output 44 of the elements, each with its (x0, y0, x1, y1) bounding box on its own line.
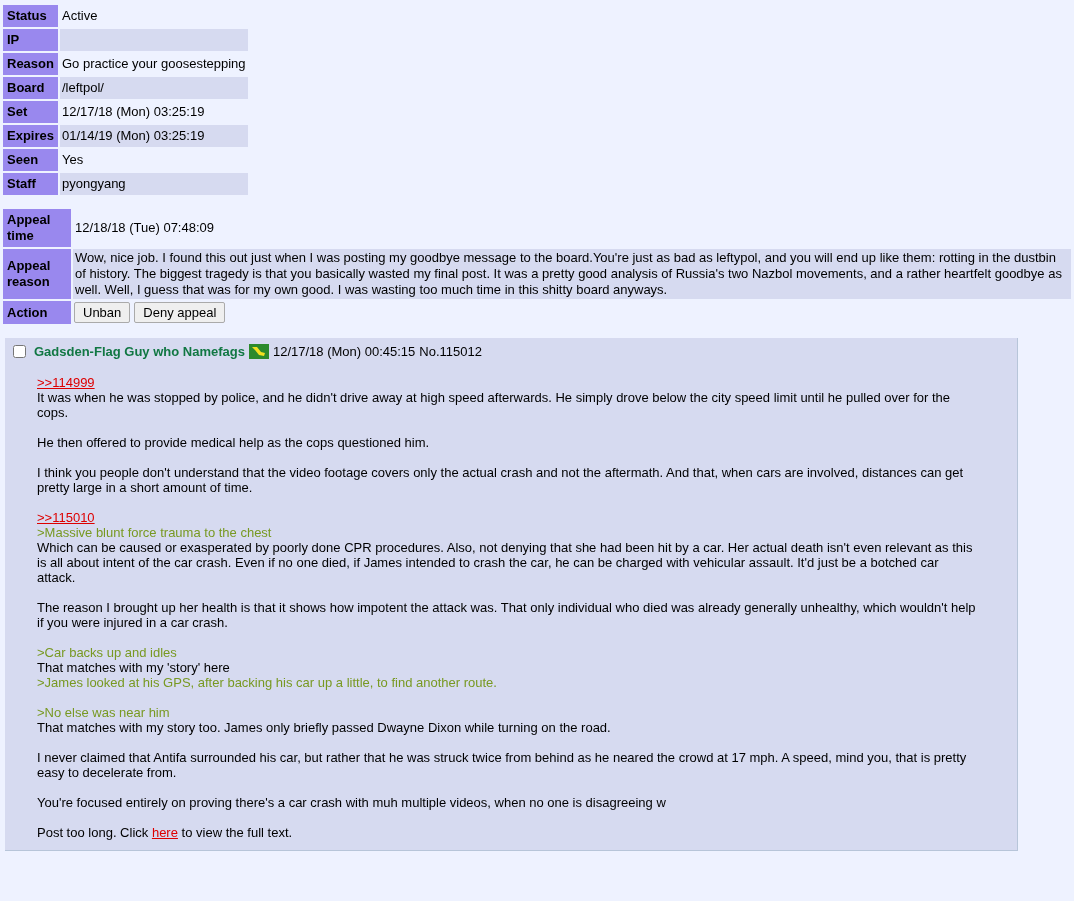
field-value: Active (61, 7, 99, 25)
full-text-link[interactable]: here (151, 825, 178, 840)
post-date: 12/17/18 (Mon) 00:45:15 (272, 344, 416, 359)
post-text: Which can be caused or exasperated by poorly done CPR procedures. Also, not denying that she had been hit by a car. Her actual death isn't even relevant as this is all about intent of the car crash. Even if no one died, if James intended to crash the car, he can be charged with vehicular assault. It'd just be a botched car attack. (37, 540, 974, 585)
field-value: 12/18/18 (Tue) 07:48:09 (74, 219, 215, 237)
poster-name: Gadsden-Flag Guy who Namefags (34, 344, 245, 359)
field-value: Yes (61, 151, 85, 169)
quote-text: >Massive blunt force trauma to the chest (37, 525, 273, 540)
quote-text: >Car backs up and idles (37, 645, 178, 660)
field-value: 12/17/18 (Mon) 03:25:19 (61, 103, 206, 121)
field-label: Expires (3, 125, 58, 147)
field-label: Appeal reason (3, 249, 71, 299)
field-label: Board (3, 77, 58, 99)
field-value: /leftpol/ (60, 77, 248, 99)
field-value: 01/14/19 (Mon) 03:25:19 (60, 125, 248, 147)
field-label: Status (3, 5, 58, 27)
post-text: The reason I brought up her health is that it shows how impotent the attack was. That only individual who died was already generally unhealthy, which wouldn't help if you were injured in a car crash. (37, 600, 977, 630)
field-label: Seen (3, 149, 58, 171)
action-button[interactable]: Unban (74, 302, 131, 323)
field-label: Set (3, 101, 58, 123)
field-value: pyongyang (60, 173, 248, 195)
post-number: No.115012 (419, 344, 482, 359)
field-value: Wow, nice job. I found this out just when I was posting my goodbye message to the board.You're just as bad as leftypol, and you will end up like them: rotting in the dustbin of history. The biggest tragedy is that you basically wasted my final post. It was a pretty good analysis of Russia's two Nazbol movements, and a rather heartfelt goodbye as well. Well, I guess that was for my own good. I was wasting too much time in this shitty board anyways. (73, 249, 1071, 299)
field-label: Staff (3, 173, 58, 195)
post-checkbox[interactable] (13, 345, 26, 358)
action-button[interactable]: Deny appeal (134, 302, 226, 323)
field-label: Appeal time (3, 209, 71, 247)
truncation-notice: Post too long. Click here to view the full text. (37, 825, 294, 840)
reply-link[interactable]: >>114999 (37, 375, 95, 390)
post-text: You're focused entirely on proving there's a car crash with muh multiple videos, when no one is disagreeing w (37, 795, 667, 810)
field-label: Reason (3, 53, 58, 75)
post-text: I never claimed that Antifa surrounded his car, but rather that he was struck twice from behind as he neared the crowd at 17 mph. A speed, mind you, that is pretty easy to decelerate from. (37, 750, 968, 780)
flag-icon (248, 344, 269, 359)
post-text: That matches with my 'story' here (37, 660, 231, 675)
post-text: That matches with my story too. James only briefly passed Dwayne Dixon while turning on the road. (37, 720, 612, 735)
post-text: It was when he was stopped by police, and he didn't drive away at high speed afterwards. He simply drove below the city speed limit until he pulled over for the cops. (37, 390, 951, 420)
post-text: He then offered to provide medical help as the cops questioned him. (37, 435, 431, 450)
quote-text: >No else was near him (37, 705, 171, 720)
field-value: Go practice your goosestepping (61, 55, 247, 73)
post-text: I think you people don't understand that the video footage covers only the actual crash and not the aftermath. And that, when cars are involved, distances can get pretty large in a short amount of time. (37, 465, 965, 495)
reply-link[interactable]: >>115010 (37, 510, 95, 525)
field-label: Action (3, 301, 71, 324)
field-label: IP (3, 29, 58, 51)
quote-text: >James looked at his GPS, after backing his car up a little, to find another route. (37, 675, 498, 690)
